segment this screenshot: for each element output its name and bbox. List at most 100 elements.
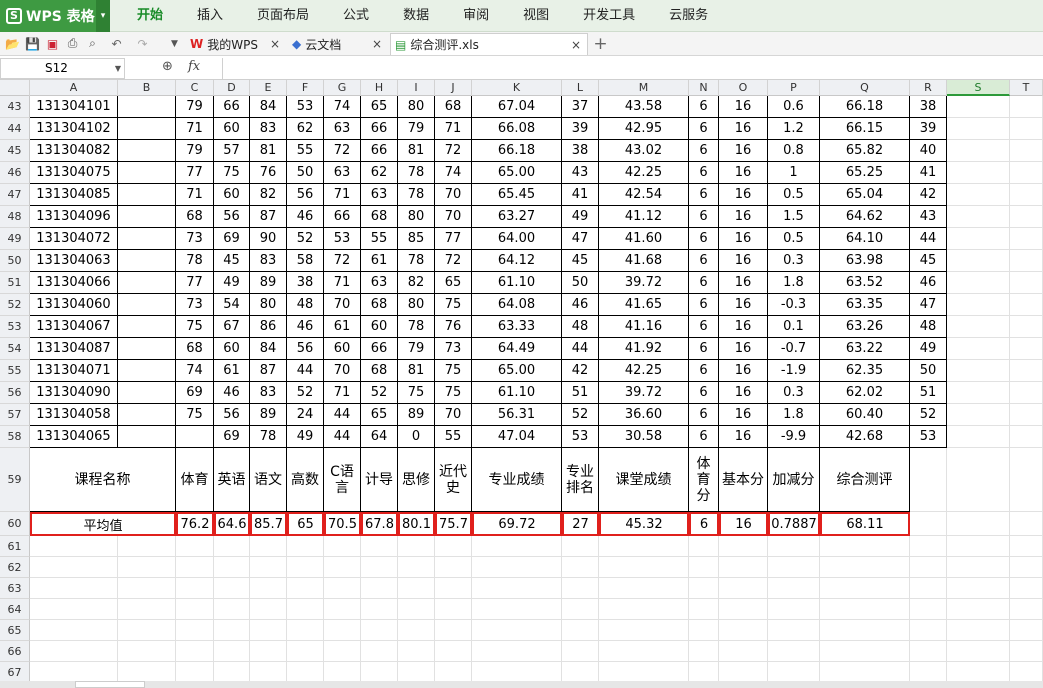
table-cell-r[interactable]: 47 [910, 294, 947, 316]
table-cell-r[interactable]: 41 [910, 162, 947, 184]
table-cell-score[interactable]: 53 [287, 96, 324, 118]
empty-cell[interactable] [250, 578, 287, 599]
empty-cell[interactable] [435, 641, 472, 662]
table-cell-score[interactable]: 79 [176, 140, 214, 162]
table-cell-name[interactable] [118, 184, 176, 206]
table-cell-n[interactable]: 6 [689, 250, 719, 272]
column-header-G[interactable]: G [324, 80, 361, 96]
empty-cell[interactable] [435, 578, 472, 599]
empty-cell[interactable] [250, 620, 287, 641]
empty-cell[interactable] [398, 557, 435, 578]
table-cell-p[interactable]: 0.6 [768, 96, 820, 118]
empty-cell[interactable] [1010, 360, 1043, 382]
empty-cell[interactable] [118, 641, 176, 662]
empty-cell[interactable] [30, 641, 118, 662]
empty-cell[interactable] [947, 512, 1010, 536]
table-cell-k[interactable]: 64.12 [472, 250, 562, 272]
table-cell-p[interactable]: 1.5 [768, 206, 820, 228]
table-cell-score[interactable]: 66 [361, 338, 398, 360]
table-cell-o[interactable]: 16 [719, 382, 768, 404]
table-cell-score[interactable]: 44 [324, 404, 361, 426]
empty-cell[interactable] [599, 641, 689, 662]
row-header[interactable]: 47 [0, 184, 30, 206]
table-cell-score[interactable]: 46 [287, 206, 324, 228]
menu-tab-6[interactable]: 视图 [506, 0, 566, 32]
column-header-T[interactable]: T [1010, 80, 1043, 96]
row-header[interactable]: 63 [0, 578, 30, 599]
empty-cell[interactable] [1010, 641, 1043, 662]
table-cell-name[interactable] [118, 206, 176, 228]
empty-cell[interactable] [1010, 294, 1043, 316]
table-cell-score[interactable]: 78 [398, 250, 435, 272]
table-cell-p[interactable]: -9.9 [768, 426, 820, 448]
empty-cell[interactable] [435, 620, 472, 641]
row-header[interactable]: 59 [0, 448, 30, 512]
table-cell-k[interactable]: 56.31 [472, 404, 562, 426]
table-cell-r[interactable]: 39 [910, 118, 947, 140]
table-cell-n[interactable]: 6 [689, 118, 719, 140]
empty-cell[interactable] [472, 599, 562, 620]
empty-cell[interactable] [599, 620, 689, 641]
app-logo-button[interactable]: S WPS 表格 ▾ [0, 0, 110, 32]
row-header[interactable]: 57 [0, 404, 30, 426]
empty-cell[interactable] [820, 662, 910, 683]
row-header[interactable]: 67 [0, 662, 30, 683]
table-cell-score[interactable]: 38 [287, 272, 324, 294]
row-header[interactable]: 55 [0, 360, 30, 382]
empty-cell[interactable] [947, 641, 1010, 662]
table-cell-q[interactable]: 42.68 [820, 426, 910, 448]
table-cell-p[interactable]: 0.1 [768, 316, 820, 338]
empty-cell[interactable] [719, 641, 768, 662]
empty-cell[interactable] [398, 641, 435, 662]
table-cell-name[interactable] [118, 118, 176, 140]
table-cell-score[interactable]: 73 [435, 338, 472, 360]
formula-input[interactable] [222, 58, 1042, 79]
empty-cell[interactable] [910, 599, 947, 620]
table-cell-n[interactable]: 6 [689, 162, 719, 184]
table-cell-score[interactable]: 55 [287, 140, 324, 162]
table-cell-n[interactable]: 6 [689, 96, 719, 118]
empty-cell[interactable] [689, 599, 719, 620]
undo-icon[interactable]: ↶ [108, 35, 125, 52]
table-cell-name[interactable] [118, 338, 176, 360]
table-cell-r[interactable]: 51 [910, 382, 947, 404]
table-cell-r[interactable]: 42 [910, 184, 947, 206]
table-cell-score[interactable] [176, 426, 214, 448]
table-cell-m[interactable]: 42.25 [599, 360, 689, 382]
empty-cell[interactable] [1010, 512, 1043, 536]
table-cell-score[interactable]: 74 [435, 162, 472, 184]
table-cell-o[interactable]: 16 [719, 140, 768, 162]
column-header-L[interactable]: L [562, 80, 599, 96]
empty-cell[interactable] [562, 662, 599, 683]
table-cell-q[interactable]: 62.02 [820, 382, 910, 404]
table-cell-score[interactable]: 70 [435, 184, 472, 206]
empty-cell[interactable] [562, 536, 599, 557]
table-cell-score[interactable]: 72 [435, 140, 472, 162]
row-header[interactable]: 60 [0, 512, 30, 536]
empty-cell[interactable] [398, 599, 435, 620]
table-cell-o[interactable]: 16 [719, 360, 768, 382]
average-cell[interactable]: 64.6 [214, 512, 250, 536]
table-cell-m[interactable]: 41.65 [599, 294, 689, 316]
column-title-cell[interactable]: 专业成绩 [472, 448, 562, 512]
table-cell-score[interactable]: 45 [214, 250, 250, 272]
empty-cell[interactable] [947, 578, 1010, 599]
empty-cell[interactable] [689, 536, 719, 557]
table-cell-score[interactable]: 52 [287, 228, 324, 250]
menu-tab-0[interactable]: 开始 [120, 0, 180, 32]
table-cell-name[interactable] [118, 228, 176, 250]
table-cell-k[interactable]: 61.10 [472, 382, 562, 404]
empty-cell[interactable] [287, 662, 324, 683]
row-header[interactable]: 66 [0, 641, 30, 662]
table-cell-score[interactable]: 68 [361, 206, 398, 228]
table-cell-n[interactable]: 6 [689, 426, 719, 448]
empty-cell[interactable] [599, 536, 689, 557]
table-cell-score[interactable]: 60 [324, 338, 361, 360]
table-cell-q[interactable]: 65.04 [820, 184, 910, 206]
empty-cell[interactable] [250, 641, 287, 662]
column-title-cell[interactable]: 专业排名 [562, 448, 599, 512]
row-header[interactable]: 52 [0, 294, 30, 316]
column-header-R[interactable]: R [910, 80, 947, 96]
table-cell-k[interactable]: 66.18 [472, 140, 562, 162]
table-cell-n[interactable]: 6 [689, 184, 719, 206]
